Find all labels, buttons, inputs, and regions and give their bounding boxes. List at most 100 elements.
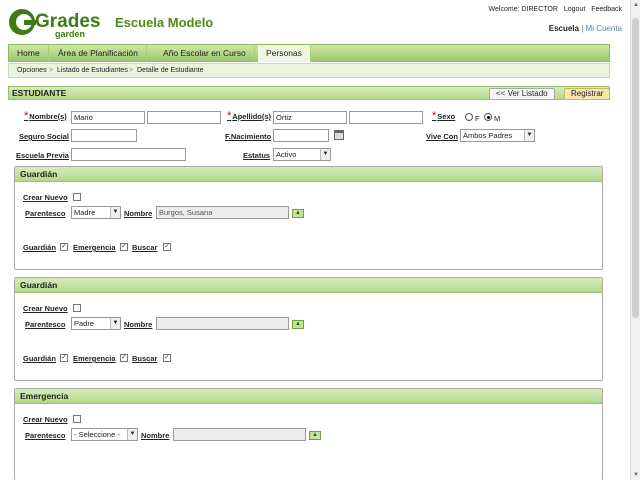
emergencia-checkbox[interactable]: ✓	[120, 354, 128, 362]
estatus-label: Estatus	[243, 151, 271, 160]
breadcrumb-detalle: Detalle de Estudiante	[137, 67, 204, 74]
chevron-down-icon: ▼	[110, 207, 120, 218]
link-separator: |	[581, 24, 584, 33]
sex-f-radio[interactable]	[465, 113, 473, 121]
guardian-role-label: Guardián	[23, 243, 56, 252]
social-security-input[interactable]	[71, 129, 137, 142]
breadcrumb-opciones[interactable]: Opciones	[17, 64, 47, 78]
guardian-panel-header: Guardián	[15, 278, 602, 293]
nacimiento-label: F.Nacimiento	[225, 132, 272, 141]
guardian-panel-2: Guardián Crear Nuevo Parentesco Padre ▼ N…	[14, 277, 603, 381]
parentesco-label: Parentesco	[25, 431, 66, 440]
breadcrumb-separator: >	[49, 67, 54, 74]
vive-con-label: Vive Con	[426, 132, 458, 141]
guardian-panel-header: Guardián	[15, 167, 602, 182]
parentesco-select[interactable]: Padre ▼	[71, 317, 121, 330]
scroll-down-icon[interactable]: ▼	[631, 470, 640, 480]
emergencia-label: Emergencia	[73, 354, 116, 363]
status-value: Activo	[276, 150, 297, 159]
first-name-input[interactable]: Mario	[71, 111, 145, 124]
nombre-label: Nombre	[124, 320, 153, 329]
crear-nuevo-checkbox[interactable]	[73, 304, 81, 312]
parentesco-select[interactable]: - Seleccione - ▼	[71, 428, 138, 441]
crear-nuevo-label: Crear Nuevo	[23, 304, 68, 313]
sexo-label: *Sexo	[432, 110, 455, 122]
sex-m-radio[interactable]	[484, 113, 492, 121]
previous-school-input[interactable]	[71, 148, 186, 161]
seguro-label: Seguro Social	[19, 132, 70, 141]
expand-up-icon[interactable]: ▲	[292, 320, 304, 329]
register-button[interactable]: Registrar	[564, 88, 611, 100]
sex-f-label: F	[475, 114, 480, 123]
expand-up-icon[interactable]: ▲	[292, 209, 304, 218]
grades-garden-logo[interactable]: Grades garden	[8, 6, 104, 40]
parentesco-select[interactable]: Madre ▼	[71, 206, 121, 219]
calendar-icon[interactable]	[334, 130, 344, 140]
buscar-checkbox[interactable]: ✓	[163, 354, 171, 362]
expand-up-icon[interactable]: ▲	[309, 431, 321, 440]
page-scrollbar[interactable]: ▲ ▼	[630, 0, 640, 480]
second-surname-input[interactable]	[349, 111, 423, 124]
guardian-role-checkbox[interactable]: ✓	[60, 243, 68, 251]
escuela-previa-label: Escuela Previa	[16, 151, 69, 160]
parentesco-label: Parentesco	[25, 209, 66, 218]
tab-ano-escolar[interactable]: Año Escolar en Curso	[155, 45, 255, 62]
guardian-role-checkbox[interactable]: ✓	[60, 354, 68, 362]
scroll-up-icon[interactable]: ▲	[631, 0, 640, 10]
first-surname-input[interactable]: Ortiz	[273, 111, 347, 124]
header: Grades garden Escuela Modelo Welcome: DI…	[0, 0, 630, 42]
crear-nuevo-checkbox[interactable]	[73, 415, 81, 423]
guardian-role-label: Guardián	[23, 354, 56, 363]
emergencia-label: Emergencia	[73, 243, 116, 252]
feedback-link[interactable]: Feedback	[591, 6, 622, 13]
guardian-panel-title: Guardián	[20, 280, 58, 290]
student-section-bar: ESTUDIANTE << Ver Listado Registrar	[8, 86, 611, 100]
logout-link[interactable]: Logout	[564, 6, 585, 13]
breadcrumb-listado[interactable]: Listado de Estudiantes	[57, 64, 128, 78]
emergencia-checkbox[interactable]: ✓	[120, 243, 128, 251]
tab-planificacion[interactable]: Área de Planificación	[50, 45, 147, 62]
guardian-name-input[interactable]	[156, 317, 289, 330]
scroll-thumb[interactable]	[632, 18, 639, 318]
main-nav: Home Área de Planificación Año Escolar e…	[8, 44, 610, 62]
view-list-button[interactable]: << Ver Listado	[489, 88, 555, 100]
sex-m-label: M	[494, 114, 501, 123]
apellidos-label: *Apellido(s)	[227, 110, 271, 122]
guardian-panel-1: Guardián Crear Nuevo Parentesco Madre ▼ N…	[14, 166, 603, 270]
tab-home[interactable]: Home	[9, 45, 49, 62]
crear-nuevo-checkbox[interactable]	[73, 193, 81, 201]
nombre-label: Nombre	[124, 209, 153, 218]
breadcrumb: Opciones > Listado de Estudiantes > Deta…	[8, 63, 610, 78]
required-mark: *	[227, 110, 232, 122]
emergency-name-input[interactable]	[173, 428, 306, 441]
buscar-checkbox[interactable]: ✓	[163, 243, 171, 251]
crear-nuevo-label: Crear Nuevo	[23, 193, 68, 202]
breadcrumb-separator: >	[129, 67, 134, 74]
welcome-text: Welcome: DIRECTOR	[488, 6, 558, 13]
parentesco-label: Parentesco	[25, 320, 66, 329]
student-section-title: ESTUDIANTE	[12, 88, 67, 98]
birthdate-input[interactable]	[273, 129, 329, 142]
emergency-panel-title: Emergencia	[20, 391, 69, 401]
emergency-panel-header: Emergencia	[15, 389, 602, 404]
tab-personas[interactable]: Personas	[258, 45, 311, 62]
apellidos-label-text: Apellido(s)	[232, 112, 272, 121]
parentesco-value: Madre	[74, 208, 96, 217]
chevron-down-icon: ▼	[110, 318, 120, 329]
parentesco-value: Padre	[74, 319, 95, 328]
chevron-down-icon: ▼	[127, 429, 137, 440]
guardian-panel-title: Guardián	[20, 169, 58, 179]
chevron-down-icon: ▼	[524, 130, 534, 141]
required-mark: *	[24, 110, 29, 122]
lives-with-value: Ambos Padres	[463, 131, 513, 140]
emergency-panel: Emergencia Crear Nuevo Parentesco - Sele…	[14, 388, 603, 480]
guardian-name-input[interactable]: Burgos, Susana	[156, 206, 289, 219]
school-link[interactable]: Escuela	[549, 24, 579, 33]
account-link[interactable]: Mi Cuenta	[586, 24, 622, 33]
crear-nuevo-label: Crear Nuevo	[23, 415, 68, 424]
second-name-input[interactable]	[147, 111, 221, 124]
lives-with-select[interactable]: Ambos Padres ▼	[460, 129, 535, 142]
buscar-label: Buscar	[132, 354, 158, 363]
status-select[interactable]: Activo ▼	[273, 148, 331, 161]
nombre-label: Nombre	[141, 431, 170, 440]
